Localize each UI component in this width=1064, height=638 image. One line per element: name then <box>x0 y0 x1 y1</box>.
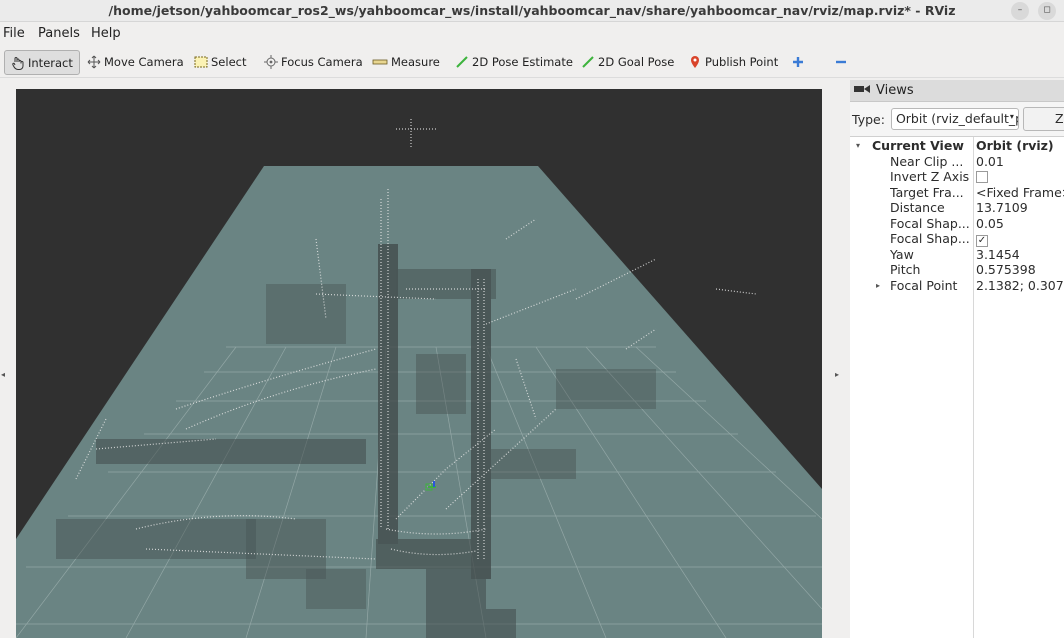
plus-icon <box>791 55 805 69</box>
window-titlebar: /home/jetson/yahboomcar_ros2_ws/yahboomc… <box>0 0 1064 22</box>
map-pin-icon <box>688 55 702 69</box>
2d-goal-pose-tool-button[interactable]: 2D Goal Pose <box>581 52 674 72</box>
window-title: /home/jetson/yahboomcar_ros2_ws/yahboomc… <box>108 3 956 18</box>
views-panel-header: Views <box>850 80 1064 102</box>
maximize-icon[interactable]: ◻ <box>1038 2 1056 20</box>
minimize-icon[interactable]: – <box>1011 2 1029 20</box>
move-arrows-icon <box>87 55 101 69</box>
property-row[interactable]: Near Clip ... 0.01 <box>850 154 1064 170</box>
property-row[interactable]: Yaw 3.1454 <box>850 247 1064 263</box>
view-type-select[interactable]: Orbit (rviz_default_plugins) ▾ <box>890 108 1019 130</box>
property-row[interactable]: Target Fra... <Fixed Frame> <box>850 185 1064 201</box>
focus-camera-tool-button[interactable]: Focus Camera <box>264 52 363 72</box>
map-scene <box>16 119 822 638</box>
property-row[interactable]: ▸ Focal Point 2.1382; 0.30745; 0 <box>850 278 1064 294</box>
view-type-label: Type: <box>852 111 885 127</box>
property-row[interactable]: Distance 13.7109 <box>850 200 1064 216</box>
collapse-right-icon[interactable]: ▸ <box>835 370 839 379</box>
property-row[interactable]: Pitch 0.575398 <box>850 262 1064 278</box>
ruler-icon <box>372 55 388 69</box>
publish-point-tool-button[interactable]: Publish Point <box>688 52 778 72</box>
measure-tool-button[interactable]: Measure <box>372 52 440 72</box>
hand-pointer-icon <box>11 56 25 70</box>
menu-bar: File Panels Help <box>0 23 1064 45</box>
chevron-down-icon: ▾ <box>1009 112 1014 121</box>
green-arrow-icon <box>455 55 469 69</box>
menu-help[interactable]: Help <box>91 26 121 41</box>
focus-target-icon <box>264 55 278 69</box>
current-view-row[interactable]: ▾ Current View Orbit (rviz) <box>850 138 1064 154</box>
view-properties-tree: ▾ Current View Orbit (rviz) Near Clip ..… <box>850 136 1064 638</box>
property-row[interactable]: Focal Shap... ✓ <box>850 231 1064 247</box>
minus-icon <box>834 55 848 69</box>
render-viewport[interactable] <box>16 89 822 638</box>
view-type-row: Type: Orbit (rviz_default_plugins) ▾ <box>852 108 1019 130</box>
toolbar: Interact Move Camera Select Focus Camera… <box>0 46 1064 78</box>
remove-tool-button[interactable] <box>834 52 851 72</box>
2d-pose-estimate-tool-button[interactable]: 2D Pose Estimate <box>455 52 573 72</box>
move-camera-tool-button[interactable]: Move Camera <box>87 52 184 72</box>
interact-tool-button[interactable]: Interact <box>4 50 80 75</box>
menu-panels[interactable]: Panels <box>38 26 80 41</box>
views-panel: Views Type: Orbit (rviz_default_plugins)… <box>850 80 1064 638</box>
select-box-icon <box>194 55 208 69</box>
property-row[interactable]: Focal Shap... 0.05 <box>850 216 1064 232</box>
views-camera-icon <box>854 83 870 98</box>
views-panel-title: Views <box>876 83 914 98</box>
green-arrow-icon <box>581 55 595 69</box>
zero-button[interactable]: Zero <box>1023 107 1064 131</box>
expand-triangle-icon[interactable]: ▾ <box>856 138 860 154</box>
collapse-left-icon[interactable]: ◂ <box>1 370 5 379</box>
menu-file[interactable]: File <box>3 26 25 41</box>
select-tool-button[interactable]: Select <box>194 52 246 72</box>
property-row[interactable]: Invert Z Axis <box>850 169 1064 185</box>
focal-shape-checkbox[interactable]: ✓ <box>976 231 988 247</box>
expand-triangle-icon[interactable]: ▸ <box>876 278 880 294</box>
add-tool-button[interactable] <box>791 52 808 72</box>
